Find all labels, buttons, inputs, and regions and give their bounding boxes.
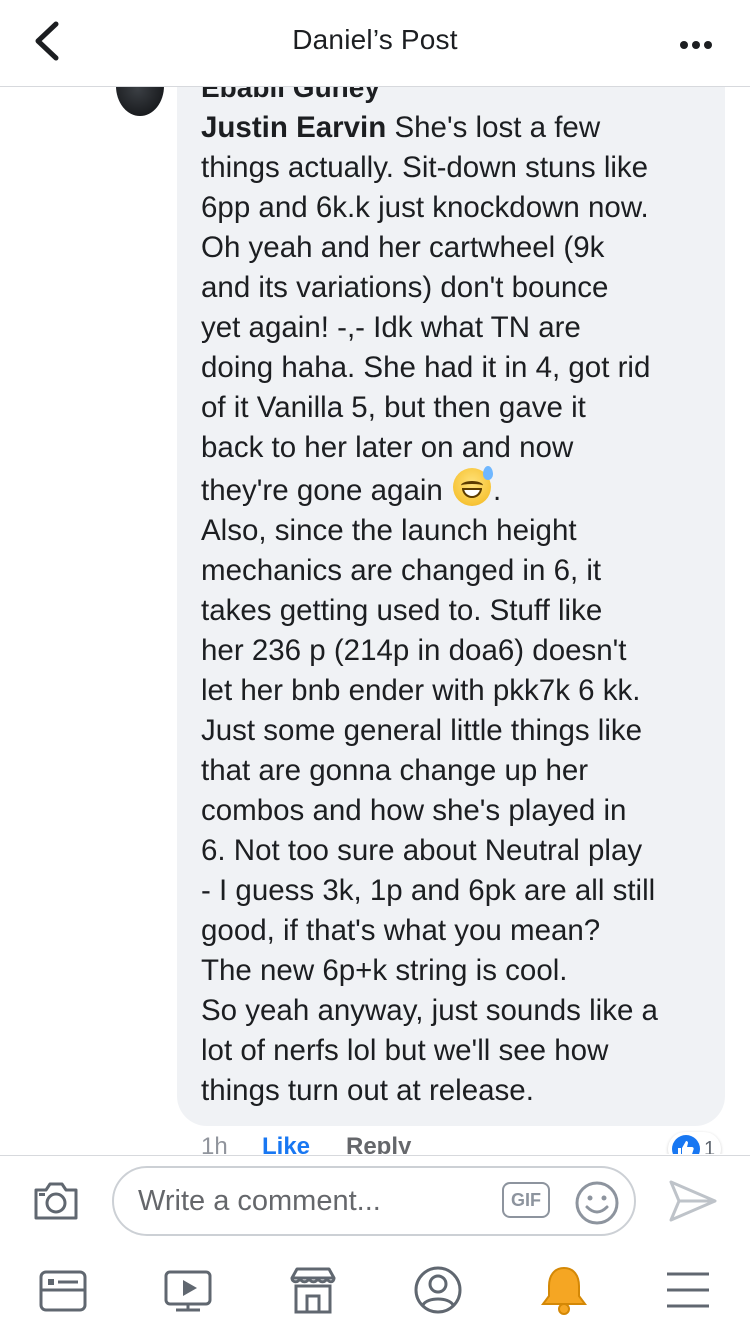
comment-body-part2: . Also, since the launch height mechanic…: [201, 474, 658, 1107]
comment-composer: Write a comment... GIF: [0, 1155, 750, 1247]
replied-to-name[interactable]: Ebabil Guney: [201, 86, 380, 104]
comment-thread: Ebabil Guney Justin Earvin She's lost a …: [0, 86, 750, 1154]
smiley-icon[interactable]: [574, 1180, 620, 1226]
thumbs-up-icon: [672, 1135, 700, 1154]
reaction-summary[interactable]: 1: [668, 1132, 722, 1155]
top-bar: Daniel’s Post: [0, 0, 750, 87]
grinning-sweat-emoji-icon: [453, 466, 494, 506]
reply-button[interactable]: Reply: [346, 1133, 411, 1154]
reaction-count: 1: [704, 1137, 716, 1155]
comment-time: 1h: [201, 1133, 228, 1154]
avatar[interactable]: [116, 86, 164, 116]
comment-text: Justin Earvin She's lost a few things ac…: [201, 108, 711, 1111]
camera-icon[interactable]: [32, 1180, 80, 1222]
profile-icon[interactable]: [412, 1264, 464, 1316]
comment-input[interactable]: Write a comment... GIF: [112, 1166, 636, 1236]
more-horizontal-icon[interactable]: [680, 36, 720, 49]
comment-body-part1: She's lost a few things actually. Sit-do…: [201, 111, 651, 507]
comment-author[interactable]: Justin Earvin: [201, 111, 386, 144]
news-feed-icon[interactable]: [38, 1264, 90, 1316]
send-icon[interactable]: [668, 1178, 718, 1224]
menu-icon[interactable]: [663, 1264, 715, 1316]
comment-input-placeholder: Write a comment...: [138, 1185, 381, 1217]
watch-icon[interactable]: [163, 1264, 215, 1316]
gif-button[interactable]: GIF: [502, 1182, 550, 1218]
page-title: Daniel’s Post: [292, 24, 458, 55]
like-button[interactable]: Like: [262, 1133, 310, 1154]
notifications-icon[interactable]: [538, 1264, 590, 1316]
bottom-navigation: [0, 1246, 750, 1334]
marketplace-icon[interactable]: [288, 1264, 340, 1316]
